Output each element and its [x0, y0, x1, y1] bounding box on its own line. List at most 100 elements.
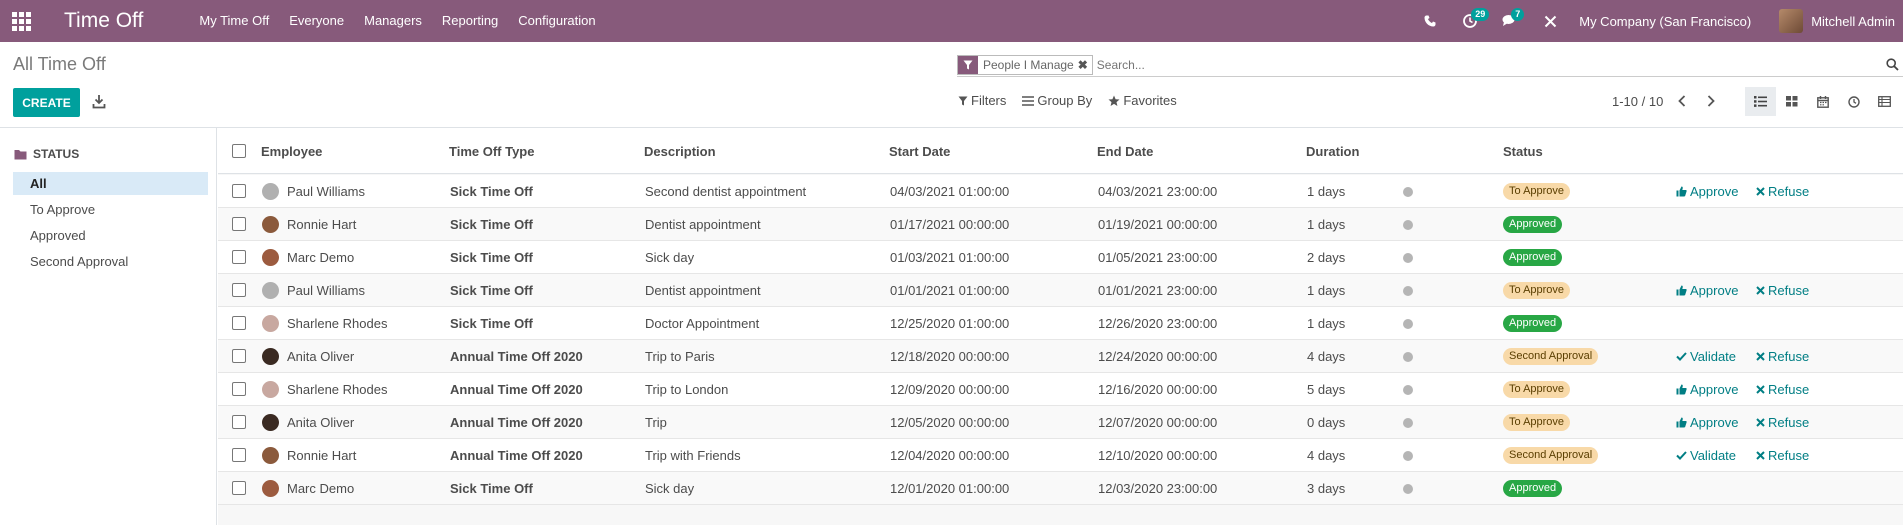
- sidebar-item-approved[interactable]: Approved: [13, 224, 208, 247]
- activity-dot[interactable]: [1403, 451, 1413, 461]
- search-input[interactable]: [1096, 54, 1881, 75]
- validate-button[interactable]: Validate: [1676, 448, 1736, 463]
- activity-view-icon[interactable]: [1838, 87, 1869, 116]
- row-checkbox[interactable]: [232, 283, 246, 297]
- refuse-button[interactable]: Refuse: [1756, 448, 1809, 463]
- create-button[interactable]: CREATE: [13, 88, 80, 117]
- validate-button[interactable]: Validate: [1676, 349, 1736, 364]
- activity-dot[interactable]: [1403, 253, 1413, 263]
- approve-button[interactable]: Approve: [1676, 184, 1738, 199]
- pager-value[interactable]: 1-10 / 10: [1612, 94, 1663, 109]
- list-view-icon[interactable]: [1745, 87, 1776, 116]
- approve-button[interactable]: Approve: [1676, 415, 1738, 430]
- description: Sick day: [645, 250, 695, 265]
- activity-dot[interactable]: [1403, 352, 1413, 362]
- table-row[interactable]: Sharlene Rhodes Annual Time Off 2020 Trip …: [218, 373, 1903, 406]
- activity-dot[interactable]: [1403, 286, 1413, 296]
- filter-icon: [958, 55, 978, 74]
- app-title[interactable]: Time Off: [64, 9, 143, 33]
- refuse-button[interactable]: Refuse: [1756, 382, 1809, 397]
- company-switcher[interactable]: My Company (San Francisco): [1579, 14, 1751, 29]
- refuse-button[interactable]: Refuse: [1756, 415, 1809, 430]
- column-description[interactable]: Description: [644, 144, 716, 159]
- menu-everyone[interactable]: Everyone: [279, 0, 354, 42]
- refuse-button[interactable]: Refuse: [1756, 349, 1809, 364]
- tools-icon[interactable]: [1539, 0, 1561, 42]
- row-checkbox[interactable]: [232, 184, 246, 198]
- calendar-view-icon[interactable]: [1807, 87, 1838, 116]
- select-all-checkbox[interactable]: [232, 144, 246, 158]
- activity-clock-icon[interactable]: 29: [1459, 0, 1490, 42]
- table-row[interactable]: Anita Oliver Annual Time Off 2020 Trip 12/0…: [218, 406, 1903, 439]
- user-menu[interactable]: Mitchell Admin: [1779, 9, 1895, 33]
- employee-avatar: [262, 216, 279, 233]
- row-checkbox[interactable]: [232, 481, 246, 495]
- row-checkbox[interactable]: [232, 349, 246, 363]
- row-checkbox[interactable]: [232, 217, 246, 231]
- table-row[interactable]: Paul Williams Sick Time Off Dentist appoin…: [218, 274, 1903, 307]
- row-checkbox[interactable]: [232, 415, 246, 429]
- column-time-off-type[interactable]: Time Off Type: [449, 144, 534, 159]
- activity-dot[interactable]: [1403, 385, 1413, 395]
- table-row[interactable]: Marc Demo Sick Time Off Sick day 12/01/2020…: [218, 472, 1903, 505]
- pager-previous-icon[interactable]: [1672, 93, 1692, 109]
- table-row[interactable]: Paul Williams Sick Time Off Second dentist…: [218, 175, 1903, 208]
- row-checkbox[interactable]: [232, 382, 246, 396]
- table-row[interactable]: Marc Demo Sick Time Off Sick day 01/03/2021…: [218, 241, 1903, 274]
- filters-menu[interactable]: Filters: [958, 93, 1006, 108]
- start-date: 12/18/2020 00:00:00: [890, 349, 1010, 364]
- row-checkbox[interactable]: [232, 250, 246, 264]
- sidebar-item-to-approve[interactable]: To Approve: [13, 198, 208, 221]
- menu-configuration[interactable]: Configuration: [508, 0, 605, 42]
- sidebar-item-second-approval[interactable]: Second Approval: [13, 250, 208, 273]
- table-row[interactable]: Sharlene Rhodes Sick Time Off Doctor Appoi…: [218, 307, 1903, 340]
- employee-avatar: [262, 282, 279, 299]
- favorites-label: Favorites: [1123, 93, 1177, 108]
- activity-dot[interactable]: [1403, 187, 1413, 197]
- activity-dot[interactable]: [1403, 484, 1413, 494]
- download-icon[interactable]: [92, 94, 106, 110]
- end-date: 12/10/2020 00:00:00: [1098, 448, 1218, 463]
- start-date: 04/03/2021 01:00:00: [890, 184, 1010, 199]
- pager-next-icon[interactable]: [1701, 93, 1721, 109]
- sidebar-title: STATUS: [33, 147, 80, 161]
- status-badge: Approved: [1503, 480, 1563, 497]
- facet-remove-icon[interactable]: ✖: [1078, 58, 1092, 72]
- sidebar-item-all[interactable]: All: [13, 172, 208, 195]
- favorites-menu[interactable]: Favorites: [1108, 93, 1177, 108]
- column-employee[interactable]: Employee: [261, 144, 322, 159]
- table-row[interactable]: Anita Oliver Annual Time Off 2020 Trip to …: [218, 340, 1903, 373]
- refuse-button[interactable]: Refuse: [1756, 184, 1809, 199]
- refuse-button[interactable]: Refuse: [1756, 283, 1809, 298]
- pivot-view-icon[interactable]: [1869, 87, 1900, 116]
- kanban-view-icon[interactable]: [1776, 87, 1807, 116]
- phone-icon[interactable]: [1419, 0, 1441, 42]
- column-end-date[interactable]: End Date: [1097, 144, 1153, 159]
- menu-reporting[interactable]: Reporting: [432, 0, 508, 42]
- end-date: 12/24/2020 00:00:00: [1098, 349, 1218, 364]
- table-row[interactable]: Ronnie Hart Sick Time Off Dentist appointm…: [218, 208, 1903, 241]
- apps-menu-icon[interactable]: [12, 11, 32, 31]
- row-checkbox[interactable]: [232, 316, 246, 330]
- duration: 4 days: [1307, 349, 1346, 364]
- activity-dot[interactable]: [1403, 220, 1413, 230]
- column-duration[interactable]: Duration: [1306, 144, 1359, 159]
- column-status[interactable]: Status: [1503, 144, 1543, 159]
- duration: 1 days: [1307, 283, 1346, 298]
- time-off-list: Employee Time Off Type Description Start…: [218, 128, 1903, 525]
- activity-dot[interactable]: [1403, 319, 1413, 329]
- table-row[interactable]: Ronnie Hart Annual Time Off 2020 Trip with…: [218, 439, 1903, 472]
- groupby-menu[interactable]: Group By: [1022, 93, 1092, 108]
- menu-my-time-off[interactable]: My Time Off: [189, 0, 279, 42]
- menu-managers[interactable]: Managers: [354, 0, 432, 42]
- messages-icon[interactable]: 7: [1499, 0, 1525, 42]
- search-icon[interactable]: [1881, 54, 1903, 76]
- activity-dot[interactable]: [1403, 418, 1413, 428]
- description: Dentist appointment: [645, 283, 761, 298]
- approve-button[interactable]: Approve: [1676, 382, 1738, 397]
- row-checkbox[interactable]: [232, 448, 246, 462]
- approve-button[interactable]: Approve: [1676, 283, 1738, 298]
- time-off-type: Sick Time Off: [450, 481, 533, 496]
- column-start-date[interactable]: Start Date: [889, 144, 950, 159]
- status-badge: To Approve: [1503, 414, 1571, 431]
